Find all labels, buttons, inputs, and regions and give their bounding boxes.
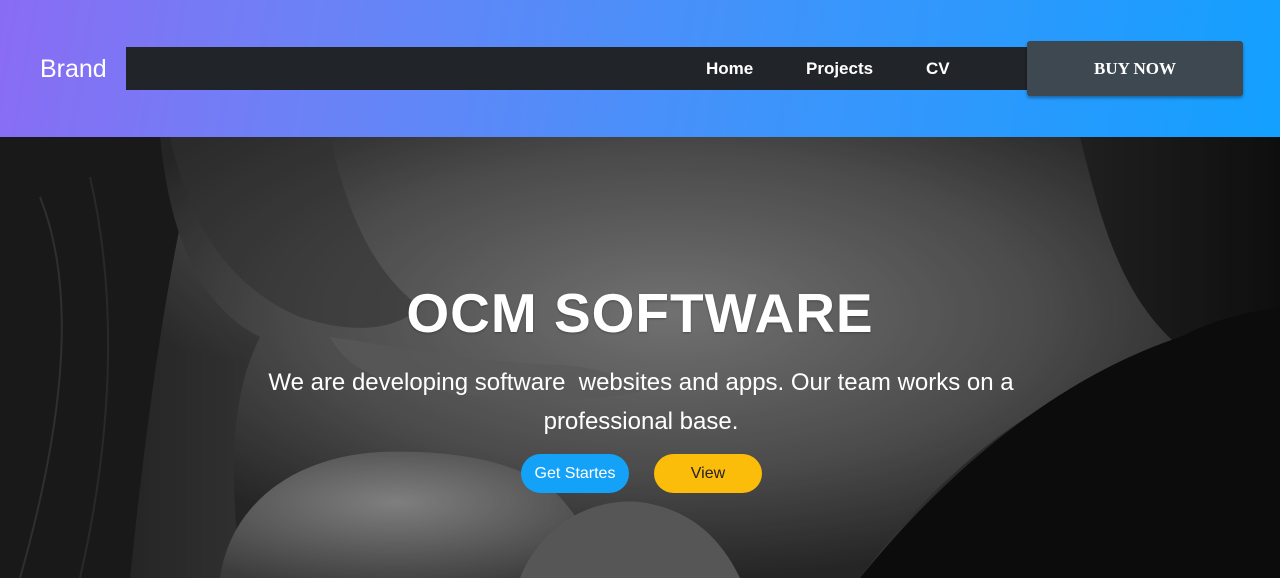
- view-button[interactable]: View: [654, 454, 762, 493]
- buy-now-button[interactable]: BUY NOW: [1027, 41, 1243, 96]
- hero-overlay: [0, 137, 1280, 578]
- get-started-button[interactable]: Get Startes: [521, 454, 629, 493]
- site-header: Brand Home Projects CV BUY NOW: [0, 0, 1280, 137]
- nav-link-cv[interactable]: CV: [926, 47, 950, 90]
- hero-section: OCM SOFTWARE We are developing software …: [0, 137, 1280, 578]
- nav-link-projects[interactable]: Projects: [806, 47, 873, 90]
- hero-description: We are developing software websites and …: [268, 369, 1021, 435]
- main-navbar: Home Projects CV: [126, 47, 1030, 90]
- brand-logo-link[interactable]: Brand: [40, 54, 107, 84]
- nav-link-home[interactable]: Home: [706, 47, 753, 90]
- hero-title: OCM SOFTWARE: [406, 282, 874, 344]
